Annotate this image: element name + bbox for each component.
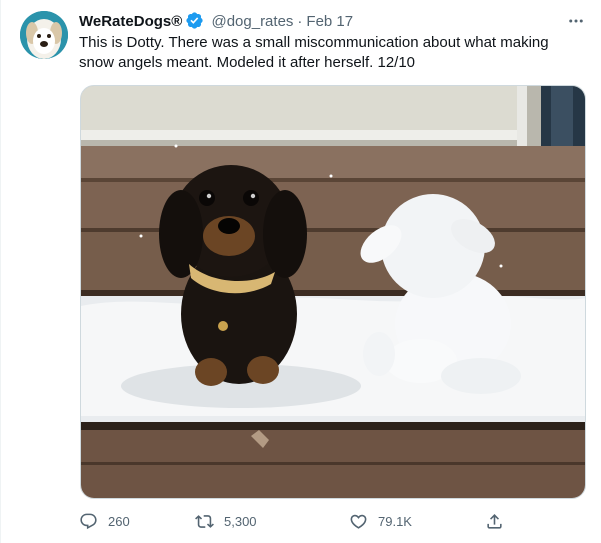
like-button[interactable]: 79.1K bbox=[349, 508, 412, 534]
tweet-date[interactable]: Feb 17 bbox=[306, 13, 353, 30]
retweet-button[interactable]: 5,300 bbox=[195, 508, 257, 534]
reply-button[interactable]: 260 bbox=[79, 508, 130, 534]
reply-count: 260 bbox=[108, 513, 130, 529]
share-button[interactable] bbox=[485, 508, 514, 534]
reply-icon bbox=[80, 513, 97, 529]
tweet-text: This is Dotty. There was a small miscomm… bbox=[79, 34, 549, 71]
tweet-actions: 260 5,300 79.1K bbox=[79, 508, 509, 534]
retweet-count: 5,300 bbox=[224, 513, 257, 529]
heart-icon bbox=[350, 514, 367, 529]
avatar[interactable] bbox=[20, 11, 68, 59]
like-count: 79.1K bbox=[378, 513, 412, 529]
tweet-media[interactable] bbox=[80, 85, 586, 499]
user-handle[interactable]: @dog_rates bbox=[211, 13, 293, 30]
retweet-icon bbox=[195, 514, 214, 528]
tweet-photo bbox=[81, 86, 585, 498]
display-name[interactable]: WeRateDogs® bbox=[79, 13, 182, 30]
avatar-dog-image bbox=[20, 11, 68, 59]
verified-badge-icon bbox=[185, 11, 204, 30]
share-icon bbox=[487, 513, 502, 529]
tweet-header: WeRateDogs® @dog_rates · Feb 17 bbox=[79, 11, 586, 31]
tweet-card[interactable]: WeRateDogs® @dog_rates · Feb 17 This is Do… bbox=[0, 0, 601, 543]
separator-dot: · bbox=[297, 13, 303, 30]
more-dots-icon[interactable] bbox=[564, 9, 588, 33]
